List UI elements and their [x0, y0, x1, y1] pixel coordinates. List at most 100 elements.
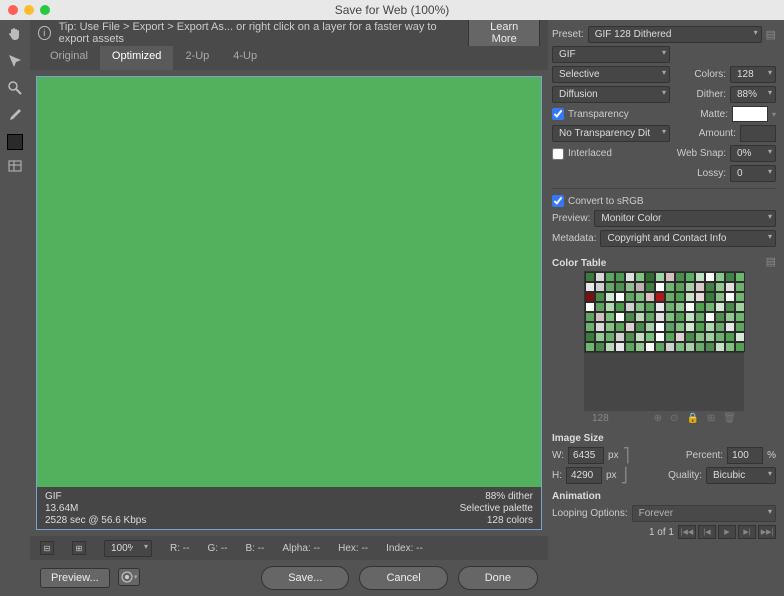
- color-swatch[interactable]: [705, 292, 715, 302]
- color-swatch[interactable]: [615, 342, 625, 352]
- color-swatch[interactable]: [685, 302, 695, 312]
- color-swatch[interactable]: [595, 342, 605, 352]
- color-swatch[interactable]: [625, 292, 635, 302]
- color-swatch[interactable]: [635, 322, 645, 332]
- metadata-select[interactable]: Copyright and Contact Info: [600, 230, 776, 247]
- color-swatch[interactable]: [635, 332, 645, 342]
- color-swatch[interactable]: [665, 322, 675, 332]
- color-swatch[interactable]: [655, 342, 665, 352]
- ct-web-icon[interactable]: ⊕: [654, 413, 662, 424]
- color-swatch[interactable]: [655, 292, 665, 302]
- color-swatch[interactable]: [615, 302, 625, 312]
- color-swatch[interactable]: [735, 272, 745, 282]
- minimize-icon[interactable]: [24, 5, 34, 15]
- preview-button[interactable]: Preview...: [40, 568, 110, 588]
- color-swatch[interactable]: [665, 312, 675, 322]
- width-input[interactable]: [568, 447, 604, 464]
- color-swatch[interactable]: [655, 322, 665, 332]
- tab-original[interactable]: Original: [38, 46, 100, 70]
- color-swatch[interactable]: [715, 292, 725, 302]
- color-swatch[interactable]: [675, 292, 685, 302]
- color-swatch[interactable]: [645, 332, 655, 342]
- color-swatch[interactable]: [665, 282, 675, 292]
- color-swatch[interactable]: [625, 282, 635, 292]
- close-icon[interactable]: [8, 5, 18, 15]
- color-swatch[interactable]: [615, 272, 625, 282]
- color-swatch[interactable]: [695, 272, 705, 282]
- color-swatch[interactable]: [735, 342, 745, 352]
- height-input[interactable]: [566, 467, 602, 484]
- color-swatch[interactable]: [585, 302, 595, 312]
- color-swatch[interactable]: [665, 342, 675, 352]
- color-swatch[interactable]: [625, 332, 635, 342]
- color-swatch[interactable]: [605, 292, 615, 302]
- transparency-dither-select[interactable]: No Transparency Dit...: [552, 125, 670, 142]
- color-swatch[interactable]: [615, 282, 625, 292]
- color-swatch[interactable]: [585, 292, 595, 302]
- color-swatch[interactable]: [645, 282, 655, 292]
- save-button[interactable]: Save...: [261, 566, 349, 590]
- color-swatch[interactable]: [675, 312, 685, 322]
- color-swatch[interactable]: [585, 312, 595, 322]
- color-swatch[interactable]: [675, 322, 685, 332]
- color-swatch[interactable]: [685, 312, 695, 322]
- color-swatch[interactable]: [605, 302, 615, 312]
- color-swatch[interactable]: [735, 282, 745, 292]
- browser-preview-icon[interactable]: ▾: [118, 568, 140, 586]
- color-swatch[interactable]: [625, 312, 635, 322]
- preset-menu-icon[interactable]: ▤: [766, 28, 776, 41]
- color-swatch[interactable]: [715, 312, 725, 322]
- done-button[interactable]: Done: [458, 566, 538, 590]
- color-swatch[interactable]: [735, 312, 745, 322]
- matte-swatch[interactable]: [732, 106, 768, 122]
- percent-input[interactable]: [727, 447, 763, 464]
- color-swatch[interactable]: [625, 272, 635, 282]
- color-swatch[interactable]: [705, 302, 715, 312]
- color-swatch[interactable]: [625, 322, 635, 332]
- color-swatch[interactable]: [635, 312, 645, 322]
- color-swatch[interactable]: [655, 312, 665, 322]
- dither-method-select[interactable]: Diffusion: [552, 86, 670, 103]
- color-swatch[interactable]: [725, 282, 735, 292]
- color-swatch[interactable]: [605, 312, 615, 322]
- color-swatch[interactable]: [595, 322, 605, 332]
- color-swatch[interactable]: [705, 282, 715, 292]
- color-swatch[interactable]: [645, 272, 655, 282]
- interlaced-checkbox[interactable]: [552, 148, 564, 160]
- color-swatch[interactable]: [725, 272, 735, 282]
- color-swatch[interactable]: [735, 322, 745, 332]
- color-swatch[interactable]: [715, 342, 725, 352]
- color-swatch[interactable]: [685, 322, 695, 332]
- color-swatch[interactable]: [665, 332, 675, 342]
- color-swatch[interactable]: [645, 302, 655, 312]
- color-swatch[interactable]: [615, 332, 625, 342]
- reduction-select[interactable]: Selective: [552, 66, 670, 83]
- lossy-select[interactable]: 0: [730, 165, 776, 182]
- color-swatch[interactable]: [595, 332, 605, 342]
- colortable-menu-icon[interactable]: ▤: [766, 255, 776, 268]
- link-icon2[interactable]: ⎦: [621, 467, 628, 484]
- color-swatch[interactable]: [655, 282, 665, 292]
- color-swatch[interactable]: [615, 292, 625, 302]
- preset-select[interactable]: GIF 128 Dithered: [588, 26, 762, 43]
- color-swatch[interactable]: [635, 292, 645, 302]
- color-swatch[interactable]: [585, 282, 595, 292]
- tab-4up[interactable]: 4-Up: [221, 46, 269, 70]
- color-swatch[interactable]: [725, 292, 735, 302]
- color-swatch[interactable]: [715, 272, 725, 282]
- zoom-tool-icon[interactable]: [7, 80, 23, 99]
- color-swatch[interactable]: [595, 272, 605, 282]
- ct-map-icon[interactable]: ⊙: [670, 413, 678, 424]
- color-swatch[interactable]: [665, 272, 675, 282]
- color-swatch[interactable]: [725, 342, 735, 352]
- color-swatch[interactable]: [615, 322, 625, 332]
- color-swatch[interactable]: [735, 292, 745, 302]
- ct-trash-icon[interactable]: 🗑: [723, 413, 736, 424]
- slice-select-tool-icon[interactable]: [7, 53, 23, 72]
- color-swatch[interactable]: [695, 322, 705, 332]
- eyedropper-tool-icon[interactable]: [7, 107, 23, 126]
- slice-visibility-icon[interactable]: [7, 158, 23, 177]
- color-swatch[interactable]: [735, 332, 745, 342]
- color-swatch[interactable]: [685, 282, 695, 292]
- color-swatch[interactable]: [605, 282, 615, 292]
